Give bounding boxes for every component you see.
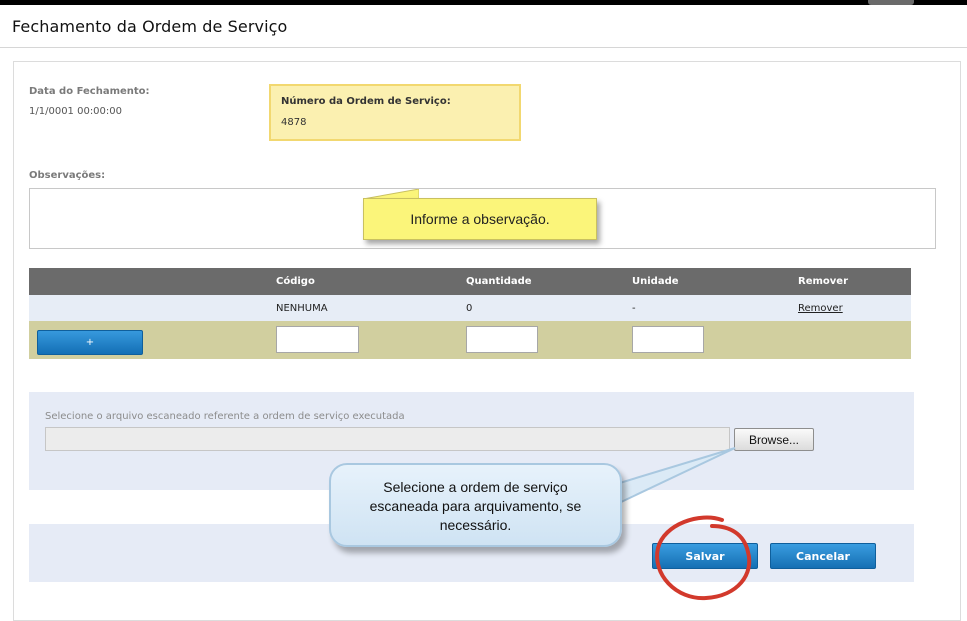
window-control[interactable] xyxy=(868,0,914,5)
save-button[interactable]: Salvar xyxy=(652,543,758,569)
window-top-bar xyxy=(0,0,967,5)
page-title: Fechamento da Ordem de Serviço xyxy=(12,17,288,36)
column-header-remover: Remover xyxy=(798,276,849,287)
column-header-unidade: Unidade xyxy=(632,276,679,287)
cancel-button[interactable]: Cancelar xyxy=(770,543,876,569)
column-header-codigo: Código xyxy=(276,276,315,287)
column-header-quantidade: Quantidade xyxy=(466,276,532,287)
cell-quantidade: 0 xyxy=(466,303,473,314)
browse-button[interactable]: Browse... xyxy=(734,428,814,451)
unidade-input[interactable] xyxy=(632,326,704,353)
codigo-input[interactable] xyxy=(276,326,359,353)
order-number-box: Número da Ordem de Serviço: 4878 xyxy=(269,84,521,141)
quantidade-input[interactable] xyxy=(466,326,538,353)
closing-date-label: Data do Fechamento: xyxy=(29,86,150,97)
add-item-button[interactable]: + xyxy=(37,330,143,355)
items-table-header: Código Quantidade Unidade Remover xyxy=(29,268,911,295)
file-tooltip: Selecione a ordem de serviço escaneada p… xyxy=(329,463,622,547)
remove-link[interactable]: Remover xyxy=(798,303,843,314)
title-divider xyxy=(0,47,967,48)
cell-unidade: - xyxy=(632,303,636,314)
order-number-value: 4878 xyxy=(281,117,307,128)
observation-tooltip: Informe a observação. xyxy=(363,198,597,240)
table-row: NENHUMA 0 - Remover xyxy=(29,295,911,321)
order-number-label: Número da Ordem de Serviço: xyxy=(281,96,451,107)
add-item-row: + xyxy=(29,321,911,359)
observations-label: Observações: xyxy=(29,170,106,181)
closing-date-value: 1/1/0001 00:00:00 xyxy=(29,106,123,117)
file-upload-label: Selecione o arquivo escaneado referente … xyxy=(45,411,405,422)
file-path-input[interactable] xyxy=(45,427,730,451)
cell-codigo: NENHUMA xyxy=(276,303,328,314)
